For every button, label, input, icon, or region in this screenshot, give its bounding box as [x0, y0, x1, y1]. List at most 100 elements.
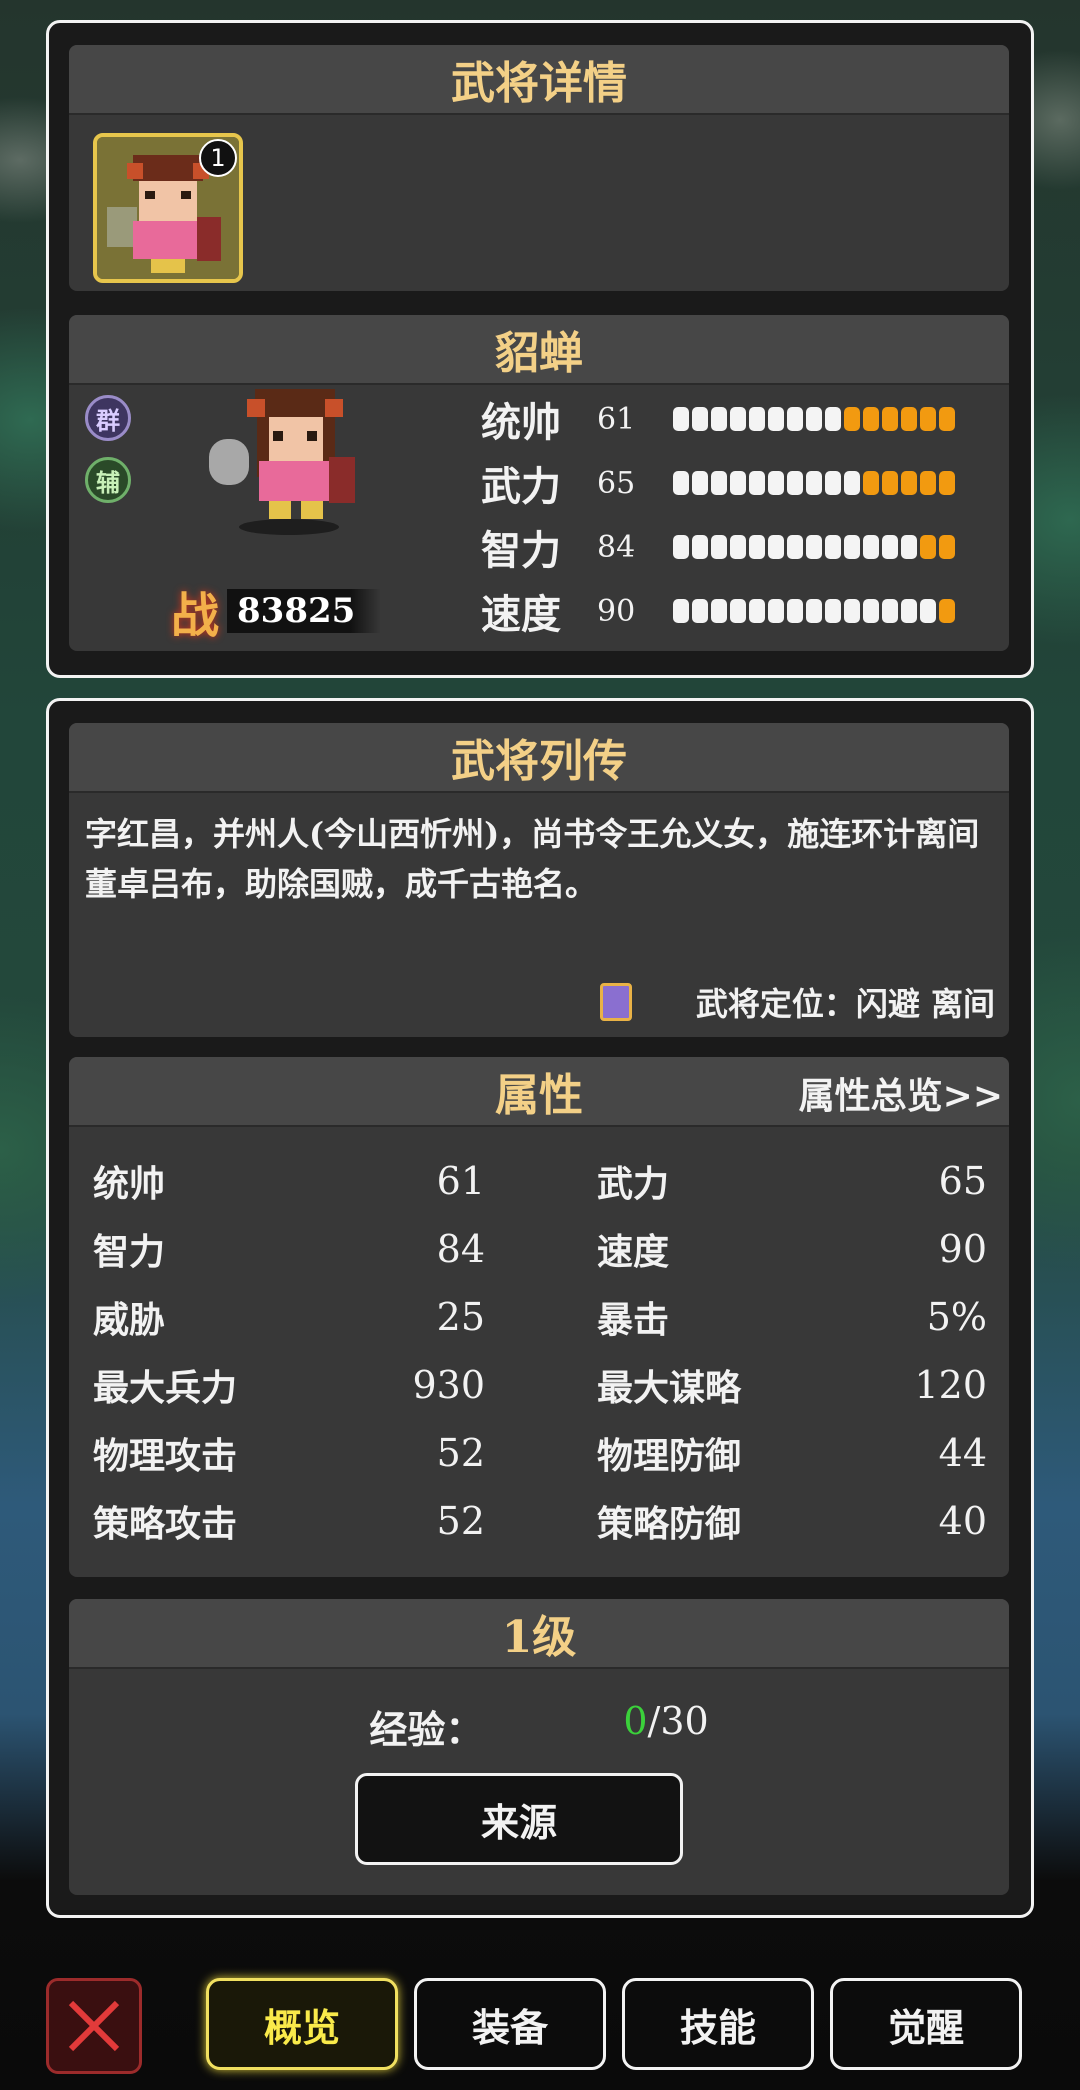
tab-equipment[interactable]: 装备	[414, 1978, 606, 2070]
bar-segment	[844, 599, 860, 623]
bar-segment	[692, 471, 708, 495]
attr-value: 65	[938, 1159, 987, 1203]
biography-title: 武将列传	[69, 723, 1009, 793]
stat-value: 65	[597, 465, 636, 501]
level-section: 1级 经验： 0 /30 来源	[69, 1599, 1009, 1895]
stat-bar	[673, 535, 955, 559]
tab-awaken[interactable]: 觉醒	[830, 1978, 1022, 2070]
stat-value: 84	[597, 529, 636, 565]
hero-summary-section: 貂蝉 群 辅 统帅 61 武力 65 智力 84 速度 90 战 83825	[69, 315, 1009, 651]
bar-segment	[920, 471, 936, 495]
bar-segment	[939, 599, 955, 623]
stat-label: 武力	[481, 463, 561, 510]
bar-segment	[920, 535, 936, 559]
faction-tag-qun: 群	[85, 395, 131, 441]
bar-segment	[901, 599, 917, 623]
close-button[interactable]	[46, 1978, 142, 2074]
bar-segment	[806, 471, 822, 495]
bar-segment	[692, 599, 708, 623]
bar-segment	[825, 599, 841, 623]
role-tag-support: 辅	[85, 457, 131, 503]
attr-value: 25	[436, 1295, 485, 1339]
bar-segment	[749, 471, 765, 495]
attr-strategy-defense: 策略防御 40	[597, 1491, 987, 1551]
attr-label: 物理防御	[597, 1435, 742, 1477]
attr-label: 最大谋略	[597, 1367, 742, 1409]
attr-label: 暴击	[597, 1299, 670, 1341]
book-icon[interactable]	[599, 983, 632, 1021]
bar-segment	[882, 535, 898, 559]
combat-power-value: 83825	[227, 589, 382, 633]
attr-value: 90	[938, 1227, 987, 1271]
bar-segment	[844, 535, 860, 559]
attr-label: 策略防御	[597, 1503, 742, 1545]
attr-value: 52	[436, 1499, 485, 1543]
attr-max-strategy: 最大谋略 120	[597, 1355, 987, 1415]
attr-label: 威胁	[93, 1299, 166, 1341]
attr-physical-defense: 物理防御 44	[597, 1423, 987, 1483]
bar-segment	[711, 599, 727, 623]
bar-segment	[768, 407, 784, 431]
bar-segment	[901, 535, 917, 559]
bar-segment	[711, 471, 727, 495]
bar-segment	[901, 471, 917, 495]
bar-segment	[844, 407, 860, 431]
bar-segment	[787, 471, 803, 495]
attr-value: 930	[412, 1363, 485, 1407]
bar-segment	[882, 471, 898, 495]
bar-segment	[692, 535, 708, 559]
attr-value: 40	[938, 1499, 987, 1543]
bar-segment	[749, 599, 765, 623]
stat-row-force: 武力 65	[481, 459, 955, 510]
hero-name: 貂蝉	[69, 315, 1009, 385]
bar-segment	[787, 407, 803, 431]
attr-label: 统帅	[93, 1163, 166, 1205]
attr-intelligence: 智力 84	[93, 1219, 485, 1279]
bar-segment	[730, 535, 746, 559]
stat-bar	[673, 599, 955, 623]
exp-label: 经验：	[369, 1707, 484, 1752]
bar-segment	[863, 471, 879, 495]
bar-segment	[863, 599, 879, 623]
bar-segment	[825, 407, 841, 431]
attribute-overview-link[interactable]: 属性总览>>	[799, 1067, 1003, 1119]
attr-label: 智力	[93, 1231, 166, 1273]
bar-segment	[730, 471, 746, 495]
tab-skills[interactable]: 技能	[622, 1978, 814, 2070]
exp-current: 0	[623, 1699, 648, 1743]
attr-value: 5%	[926, 1295, 987, 1339]
source-button[interactable]: 来源	[355, 1773, 683, 1865]
combat-power: 战 83825	[171, 583, 431, 644]
attributes-section: 属性 属性总览>> 统帅 61 武力 65 智力 84 速度 90 威胁 25 …	[69, 1057, 1009, 1577]
bar-segment	[939, 407, 955, 431]
attr-label: 物理攻击	[93, 1435, 238, 1477]
bar-segment	[711, 535, 727, 559]
close-icon	[68, 2000, 120, 2052]
bar-segment	[673, 599, 689, 623]
bar-segment	[749, 407, 765, 431]
stat-value: 61	[597, 401, 636, 437]
attr-value: 52	[436, 1431, 485, 1475]
details-title: 武将详情	[69, 45, 1009, 115]
attributes-title-text: 属性	[495, 1070, 583, 1121]
hero-role-label: 武将定位：闪避 离间	[695, 985, 995, 1023]
stat-value: 90	[597, 593, 636, 629]
stat-row-command: 统帅 61	[481, 395, 955, 446]
attr-strategy-attack: 策略攻击 52	[93, 1491, 485, 1551]
stat-row-speed: 速度 90	[481, 587, 955, 638]
bar-segment	[673, 471, 689, 495]
bar-segment	[768, 599, 784, 623]
stat-bar	[673, 471, 955, 495]
hero-portrait-thumbnail[interactable]: 1	[93, 133, 243, 283]
attr-threat: 威胁 25	[93, 1287, 485, 1347]
stat-label: 速度	[481, 591, 561, 638]
hero-sprite-icon	[209, 389, 355, 535]
bar-segment	[787, 535, 803, 559]
stat-row-intelligence: 智力 84	[481, 523, 955, 574]
attr-force: 武力 65	[597, 1151, 987, 1211]
tab-overview[interactable]: 概览	[206, 1978, 398, 2070]
bar-segment	[882, 599, 898, 623]
bar-segment	[749, 535, 765, 559]
portrait-level-badge: 1	[199, 139, 237, 177]
bar-segment	[920, 599, 936, 623]
